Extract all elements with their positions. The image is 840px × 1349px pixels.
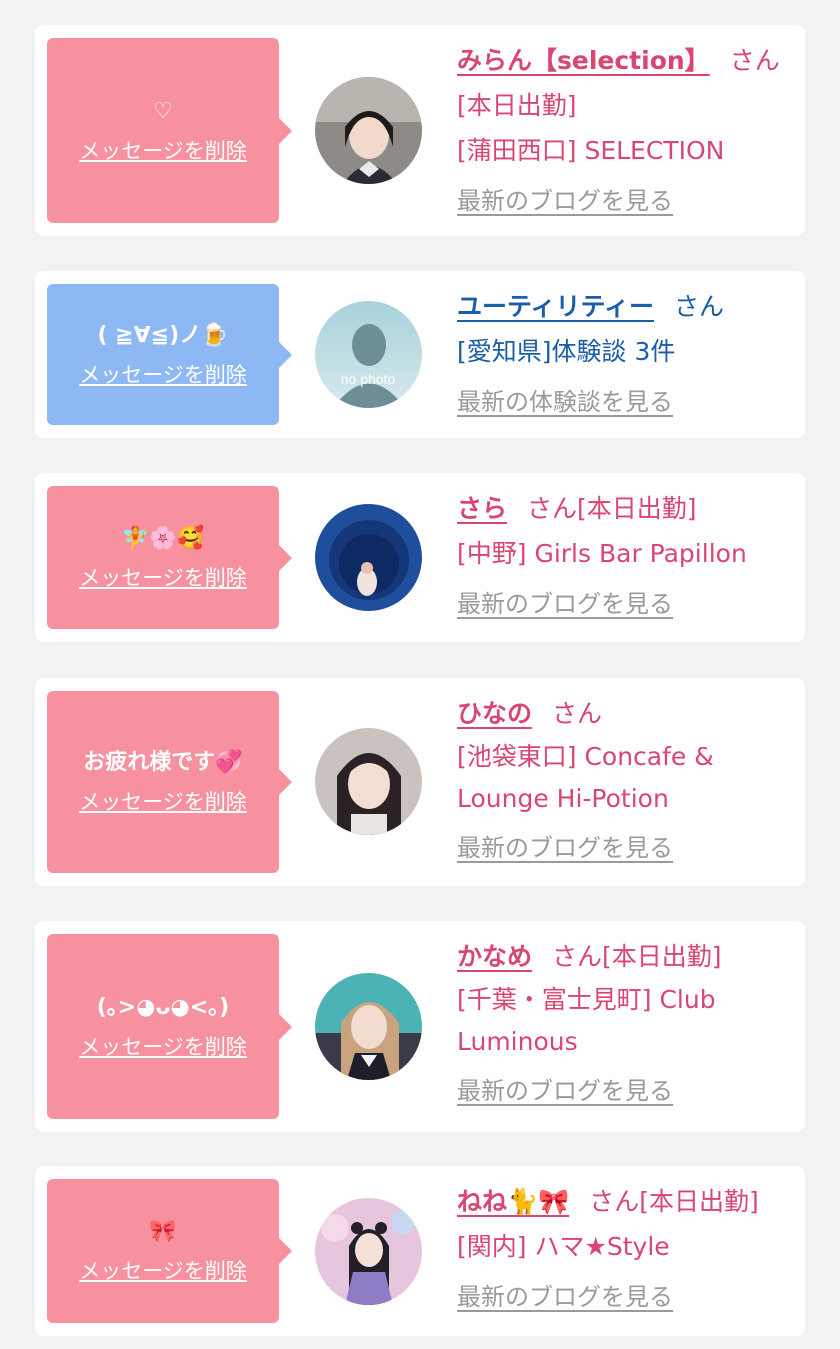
name-line: ひなの さん — [457, 691, 797, 736]
name-line: さら さん[本日出勤] — [457, 486, 797, 531]
no-photo-text: no photo — [341, 371, 396, 387]
shop-label: [千葉・富士見町] Club Luminous — [457, 985, 716, 1056]
message-text: ♡ — [153, 98, 173, 124]
profile-name-link[interactable]: ひなの — [457, 699, 532, 728]
message-text: 🧚🌸🥰 — [121, 525, 205, 551]
message-bubble: 🎀 メッセージを削除 — [47, 1179, 292, 1323]
message-card: ♡ メッセージを削除 みらん【selection】 さん[本日出勤] [蒲田西口]… — [35, 25, 805, 236]
name-line: ねね🐈🎀 さん[本日出勤] — [457, 1179, 797, 1224]
name-line: かなめ さん[本日出勤] — [457, 934, 797, 979]
profile-info: ひなの さん [池袋東口] Concafe & Lounge Hi-Potion … — [457, 691, 797, 863]
review-label: [愛知県]体験談 3件 — [457, 337, 676, 366]
message-bubble: ♡ メッセージを削除 — [47, 38, 292, 223]
message-card: 🧚🌸🥰 メッセージを削除 さら さん[本日出勤] [中野] Girls Bar P… — [35, 473, 805, 642]
delete-message-link[interactable]: メッセージを削除 — [79, 137, 247, 165]
message-text: (｡>◕ᴗ◕<｡) — [96, 994, 230, 1020]
message-bubble: お疲れ様です💞 メッセージを削除 — [47, 691, 292, 873]
message-bubble: (｡>◕ᴗ◕<｡) メッセージを削除 — [47, 934, 292, 1119]
shop-label: [中野] Girls Bar Papillon — [457, 539, 747, 568]
latest-post-link[interactable]: 最新のブログを見る — [457, 1277, 673, 1312]
profile-info: みらん【selection】 さん[本日出勤] [蒲田西口] SELECTION … — [457, 38, 797, 216]
message-card: (｡>◕ᴗ◕<｡) メッセージを削除 かなめ さん[本日出勤] [千葉・富士見町]… — [35, 921, 805, 1132]
name-suffix: さん[本日出勤] — [589, 1187, 759, 1216]
message-text: ( ≧∀≦)ノ🍺 — [97, 322, 229, 348]
delete-message-link[interactable]: メッセージを削除 — [79, 1033, 247, 1061]
latest-post-link[interactable]: 最新のブログを見る — [457, 181, 673, 216]
name-line: ユーティリティー さん — [457, 284, 797, 329]
avatar[interactable] — [315, 504, 422, 611]
latest-post-link[interactable]: 最新のブログを見る — [457, 584, 673, 619]
profile-name-link[interactable]: ユーティリティー — [457, 292, 654, 321]
avatar[interactable] — [315, 1198, 422, 1305]
shop-label: [池袋東口] Concafe & Lounge Hi-Potion — [457, 742, 714, 813]
message-text: 🎀 — [149, 1219, 177, 1244]
name-suffix: さん — [552, 699, 603, 728]
profile-info: ねね🐈🎀 さん[本日出勤] [関内] ハマ★Style 最新のブログを見る — [457, 1179, 797, 1312]
message-text: お疲れ様です💞 — [83, 750, 243, 775]
profile-info: ユーティリティー さん [愛知県]体験談 3件 最新の体験談を見る — [457, 284, 797, 417]
latest-post-link[interactable]: 最新のブログを見る — [457, 828, 673, 863]
delete-message-link[interactable]: メッセージを削除 — [79, 788, 247, 816]
profile-info: さら さん[本日出勤] [中野] Girls Bar Papillon 最新のブロ… — [457, 486, 797, 619]
shop-label: [蒲田西口] SELECTION — [457, 136, 725, 165]
latest-review-link[interactable]: 最新の体験談を見る — [457, 382, 673, 417]
message-bubble: ( ≧∀≦)ノ🍺 メッセージを削除 — [47, 284, 292, 425]
message-card: 🎀 メッセージを削除 ねね🐈🎀 さん[本日出勤] [関内] ハマ★Style 最新… — [35, 1166, 805, 1336]
name-suffix: さん[本日出勤] — [552, 942, 722, 971]
avatar[interactable] — [315, 728, 422, 835]
shop-label: [関内] ハマ★Style — [457, 1232, 670, 1261]
message-card: ( ≧∀≦)ノ🍺 メッセージを削除 no photo ユーティリティー さん [愛… — [35, 271, 805, 438]
no-photo-avatar[interactable]: no photo — [315, 301, 422, 408]
profile-name-link[interactable]: かなめ — [457, 942, 532, 971]
message-card: お疲れ様です💞 メッセージを削除 ひなの さん [池袋東口] Concafe & … — [35, 678, 805, 886]
name-suffix: さん[本日出勤] — [527, 494, 697, 523]
delete-message-link[interactable]: メッセージを削除 — [79, 564, 247, 592]
profile-name-link[interactable]: さら — [457, 494, 507, 523]
delete-message-link[interactable]: メッセージを削除 — [79, 361, 247, 389]
profile-name-link[interactable]: ねね🐈🎀 — [457, 1187, 569, 1216]
profile-info: かなめ さん[本日出勤] [千葉・富士見町] Club Luminous 最新のブ… — [457, 934, 797, 1106]
name-suffix: さん — [674, 292, 725, 321]
message-bubble: 🧚🌸🥰 メッセージを削除 — [47, 486, 292, 629]
avatar[interactable] — [315, 77, 422, 184]
name-line: みらん【selection】 さん[本日出勤] — [457, 38, 797, 128]
latest-post-link[interactable]: 最新のブログを見る — [457, 1071, 673, 1106]
delete-message-link[interactable]: メッセージを削除 — [79, 1257, 247, 1285]
profile-name-link[interactable]: みらん【selection】 — [457, 46, 710, 75]
avatar[interactable] — [315, 973, 422, 1080]
